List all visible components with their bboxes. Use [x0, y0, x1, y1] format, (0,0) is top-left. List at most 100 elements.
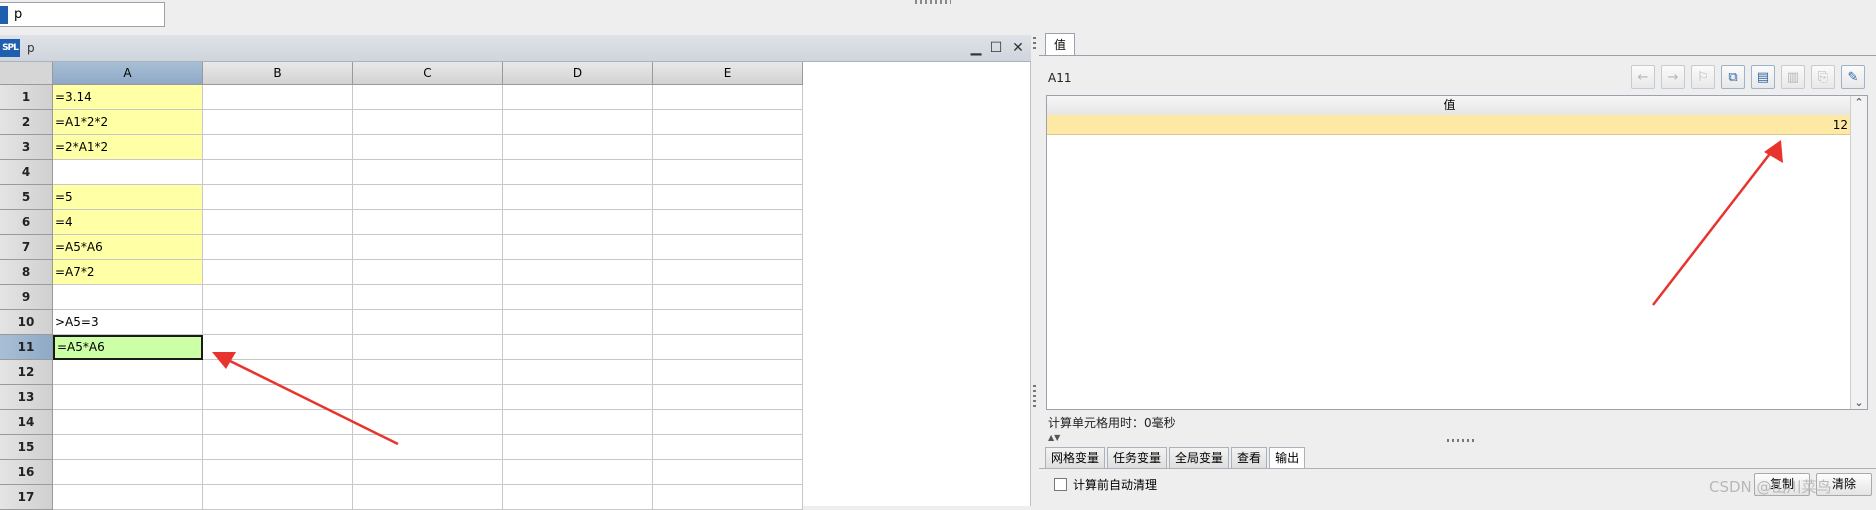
row-header[interactable]: 6 [0, 210, 53, 235]
grid-cell[interactable] [203, 435, 353, 460]
row-header[interactable]: 3 [0, 135, 53, 160]
grid-cell[interactable] [503, 285, 653, 310]
format-icon[interactable]: ⚐ [1691, 65, 1715, 89]
row-header[interactable]: 11 [0, 335, 53, 360]
forward-icon[interactable]: → [1661, 65, 1685, 89]
grid-cell[interactable] [353, 160, 503, 185]
grid-cell[interactable] [653, 385, 803, 410]
chart-icon[interactable]: ▥ [1781, 65, 1805, 89]
grid-cell[interactable] [353, 435, 503, 460]
grid-cell[interactable] [353, 110, 503, 135]
grid-cell[interactable] [503, 260, 653, 285]
row-header[interactable]: 9 [0, 285, 53, 310]
document-tab[interactable]: p [0, 2, 165, 27]
grid-cell[interactable] [503, 460, 653, 485]
grid-cell[interactable] [53, 160, 203, 185]
grid-cell[interactable] [653, 185, 803, 210]
table-view-icon[interactable]: ▤ [1751, 65, 1775, 89]
grid-cell[interactable] [353, 185, 503, 210]
resize-grip-icon[interactable] [1447, 439, 1477, 442]
grid-cell[interactable] [503, 335, 653, 360]
column-header-d[interactable]: D [503, 62, 653, 85]
grid-cell[interactable] [353, 335, 503, 360]
value-table-scrollbar[interactable]: ⌃ ⌄ [1850, 96, 1867, 409]
grid-cell[interactable] [503, 160, 653, 185]
row-header[interactable]: 8 [0, 260, 53, 285]
grid-cell[interactable]: =A7*2 [53, 260, 203, 285]
grid-cell[interactable] [353, 360, 503, 385]
grid-cell[interactable] [353, 135, 503, 160]
grid-cell[interactable] [503, 185, 653, 210]
grid-cell[interactable] [203, 185, 353, 210]
row-header[interactable]: 16 [0, 460, 53, 485]
row-header[interactable]: 13 [0, 385, 53, 410]
row-header[interactable]: 15 [0, 435, 53, 460]
scroll-down-icon[interactable]: ⌄ [1851, 396, 1867, 409]
grid-cell[interactable] [503, 235, 653, 260]
grid-cell[interactable] [353, 460, 503, 485]
grid-cell[interactable] [353, 210, 503, 235]
grid-cell[interactable] [653, 285, 803, 310]
maximize-icon[interactable]: ☐ [988, 40, 1004, 56]
grid-cell[interactable]: =4 [53, 210, 203, 235]
grid-cell[interactable]: =A1*2*2 [53, 110, 203, 135]
row-header[interactable]: 2 [0, 110, 53, 135]
copy-value-icon[interactable]: ⧉ [1721, 65, 1745, 89]
row-header[interactable]: 14 [0, 410, 53, 435]
grid-cell[interactable]: =5 [53, 185, 203, 210]
grid-cell[interactable] [503, 85, 653, 110]
grid-cell[interactable] [653, 435, 803, 460]
row-header[interactable]: 10 [0, 310, 53, 335]
grid-cell[interactable] [353, 85, 503, 110]
grid-cell[interactable] [653, 260, 803, 285]
column-header-b[interactable]: B [203, 62, 353, 85]
active-cell[interactable]: =A5*A6 [53, 335, 203, 360]
grid-cell[interactable] [53, 410, 203, 435]
grid-cell[interactable] [53, 460, 203, 485]
tab-bottom-3[interactable]: 查看 [1231, 447, 1268, 468]
grid-cell[interactable] [653, 460, 803, 485]
grid-cell[interactable] [503, 410, 653, 435]
grid-cell[interactable] [653, 410, 803, 435]
grid-cell[interactable] [203, 135, 353, 160]
grid-cell[interactable] [653, 110, 803, 135]
grid-cell[interactable] [203, 460, 353, 485]
grid-cell[interactable] [353, 410, 503, 435]
grid-cell[interactable] [503, 310, 653, 335]
grid-cell[interactable] [203, 310, 353, 335]
grid-cell[interactable] [203, 385, 353, 410]
tab-bottom-1[interactable]: 任务变量 [1107, 447, 1168, 468]
grid-cell[interactable] [503, 385, 653, 410]
minimize-icon[interactable]: ▁ [968, 40, 984, 56]
column-header-c[interactable]: C [353, 62, 503, 85]
grid-cell[interactable] [203, 360, 353, 385]
tab-bottom-2[interactable]: 全局变量 [1169, 447, 1230, 468]
grid-cell[interactable] [353, 285, 503, 310]
grid-cell[interactable] [503, 135, 653, 160]
grid-cell[interactable] [203, 335, 353, 360]
auto-clear-option[interactable]: 计算前自动清理 [1054, 476, 1157, 493]
column-header-a[interactable]: A [53, 62, 203, 85]
grid-cell[interactable] [653, 135, 803, 160]
grid-cell[interactable] [203, 85, 353, 110]
grid-cell[interactable] [353, 485, 503, 510]
grid-cell[interactable] [353, 260, 503, 285]
grid-cell[interactable] [653, 360, 803, 385]
grid-cell[interactable] [53, 385, 203, 410]
row-header[interactable]: 1 [0, 85, 53, 110]
row-header[interactable]: 7 [0, 235, 53, 260]
grid-cell[interactable] [653, 160, 803, 185]
row-header[interactable]: 4 [0, 160, 53, 185]
grid-cell[interactable] [653, 85, 803, 110]
grid-cell[interactable] [653, 235, 803, 260]
grid-cell[interactable] [203, 260, 353, 285]
grid-cell[interactable] [203, 235, 353, 260]
panel-splitter[interactable] [1031, 35, 1039, 506]
grid-cell[interactable] [653, 310, 803, 335]
grid-cell[interactable] [53, 485, 203, 510]
grid-cell[interactable]: =A5*A6 [53, 235, 203, 260]
row-header[interactable]: 17 [0, 485, 53, 510]
row-header[interactable]: 5 [0, 185, 53, 210]
grid-cell[interactable] [653, 485, 803, 510]
grid-cell[interactable] [53, 360, 203, 385]
